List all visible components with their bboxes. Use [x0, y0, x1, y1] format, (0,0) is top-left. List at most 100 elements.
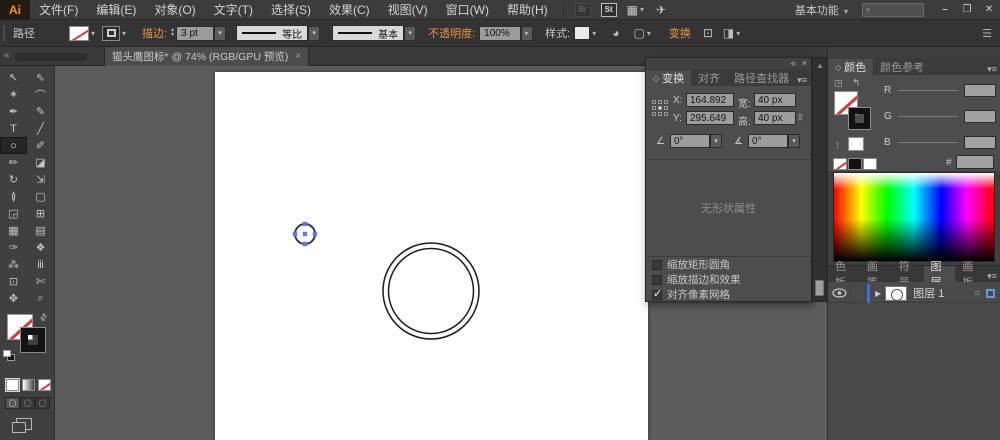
menu-help[interactable]: 帮助(H) — [498, 1, 557, 18]
bounding-box-icon[interactable]: ⊡ — [703, 26, 713, 40]
none-swatch[interactable] — [833, 158, 847, 170]
tool-shape-builder[interactable]: ◲ — [0, 205, 27, 222]
scroll-up-icon[interactable]: ▲ — [816, 61, 824, 70]
visibility-toggle[interactable] — [828, 283, 851, 303]
ref-dot[interactable] — [658, 112, 662, 116]
menu-effect[interactable]: 效果(C) — [320, 1, 379, 18]
tab-brushes[interactable]: 画笔 — [860, 261, 892, 289]
tab-align[interactable]: 对齐 — [691, 70, 727, 86]
ref-dot[interactable] — [658, 100, 662, 104]
tool-zoom[interactable]: ⌕ — [27, 290, 54, 307]
rotate-field[interactable]: 0° — [670, 134, 710, 148]
menu-view[interactable]: 视图(V) — [379, 1, 437, 18]
menu-edit[interactable]: 编辑(E) — [87, 1, 145, 18]
chevron-down-icon[interactable]: ▾ — [91, 29, 95, 38]
search-input[interactable] — [873, 4, 920, 15]
close-button[interactable]: ✕ — [978, 4, 1000, 15]
tool-artboard[interactable]: ⊡ — [0, 273, 27, 290]
tab-transform[interactable]: ◇ 变换 — [646, 70, 692, 86]
tool-eraser[interactable]: ◪ — [27, 154, 54, 171]
anchor-point[interactable] — [302, 221, 308, 227]
ring-shape[interactable] — [382, 242, 480, 340]
share-icon[interactable]: ✈ — [656, 3, 666, 17]
checkbox-scale-strokes[interactable]: ✓ 缩放描边和效果 — [646, 272, 811, 287]
ref-dot[interactable] — [664, 100, 668, 104]
draw-normal-button[interactable]: ◯ — [5, 397, 20, 409]
tool-selection[interactable]: ↖ — [0, 69, 27, 86]
tool-hand[interactable]: ✥ — [0, 290, 27, 307]
search-box[interactable]: ⌕ — [862, 2, 924, 17]
last-color-swatch[interactable] — [848, 137, 864, 151]
select-similar-icon[interactable]: ▢ — [634, 26, 645, 40]
color-spectrum[interactable] — [833, 172, 995, 262]
stroke-profile-chevron[interactable]: ▾ — [308, 25, 321, 41]
stroke-weight-field[interactable]: 3 pt — [176, 25, 215, 41]
screen-mode-button[interactable] — [12, 418, 32, 433]
tool-type[interactable]: T — [0, 120, 27, 137]
anchor-point[interactable] — [312, 231, 318, 237]
opacity-field[interactable]: 100% — [479, 25, 522, 41]
restore-button[interactable]: ❐ — [956, 4, 978, 15]
stock-icon[interactable]: St — [600, 2, 617, 17]
tool-curvature-pen[interactable]: ✎ — [27, 103, 54, 120]
tool-perspective-grid[interactable]: ⊞ — [27, 205, 54, 222]
panel-menu-icon[interactable]: ▾≡ — [797, 75, 807, 86]
gradient-button[interactable] — [22, 379, 35, 391]
tool-rotate[interactable]: ↻ — [0, 171, 27, 188]
stroke-weight-stepper[interactable]: ▴ ▾ — [171, 27, 174, 38]
g-slider[interactable] — [898, 115, 958, 117]
menu-file[interactable]: 文件(F) — [30, 1, 87, 18]
recolor-artwork-icon[interactable]: ◕ — [612, 26, 619, 40]
r-slider[interactable] — [898, 89, 958, 91]
tool-eyedropper[interactable]: ✑ — [0, 239, 27, 256]
collapse-panel-icon[interactable]: « — [791, 59, 796, 68]
lock-toggle[interactable] — [851, 283, 866, 303]
x-field[interactable]: 164.892 — [686, 93, 734, 107]
layer-row[interactable]: ▶ 图层 1 ○ — [828, 283, 1000, 303]
checkbox-icon[interactable]: ✓ — [652, 288, 662, 300]
stroke-weight-dropdown[interactable]: ▾ — [214, 25, 227, 41]
collapse-tools-icon[interactable]: « — [4, 50, 10, 61]
menu-type[interactable]: 文字(T) — [205, 1, 262, 18]
close-tab-icon[interactable]: × — [295, 51, 301, 62]
ref-dot[interactable] — [664, 106, 668, 110]
white-swatch[interactable] — [863, 158, 877, 170]
tool-pencil[interactable]: ✏ — [0, 154, 27, 171]
tool-mesh[interactable]: ▦ — [0, 222, 27, 239]
bridge-icon[interactable]: Br — [574, 2, 591, 17]
artboard[interactable] — [215, 72, 648, 440]
tool-free-transform[interactable]: ▢ — [27, 188, 54, 205]
panel-menu-icon[interactable]: ▾≡ — [987, 64, 997, 75]
style-chevron[interactable]: ▾ — [592, 29, 596, 38]
r-value-field[interactable] — [964, 83, 996, 97]
opacity-label[interactable]: 不透明度: — [428, 25, 475, 41]
extra-options-chevron[interactable]: ▾ — [736, 29, 740, 38]
stroke-swatch[interactable] — [848, 107, 871, 130]
b-value-field[interactable] — [964, 135, 996, 149]
brush-definition-chevron[interactable]: ▾ — [404, 25, 417, 41]
scrollbar-thumb[interactable] — [815, 280, 824, 296]
tool-ellipse[interactable]: ○ — [0, 137, 27, 154]
extra-options-icon[interactable]: ◨ — [723, 26, 734, 40]
style-swatch[interactable] — [574, 26, 591, 40]
minimize-button[interactable]: – — [934, 4, 956, 15]
ref-dot[interactable] — [652, 112, 656, 116]
width-field[interactable]: 40 px — [754, 93, 796, 107]
checkbox-icon[interactable]: ✓ — [652, 274, 662, 285]
tool-width[interactable]: ≬ — [0, 188, 27, 205]
swap-fill-stroke-icon[interactable]: ↰ — [852, 78, 860, 89]
anchor-point[interactable] — [302, 241, 308, 247]
tool-blend[interactable]: ❖ — [27, 239, 54, 256]
tab-pathfinder[interactable]: 路径查找器 — [727, 70, 796, 86]
ref-dot[interactable] — [652, 106, 656, 110]
tab-layers[interactable]: 图层 — [923, 261, 956, 289]
checkbox-icon[interactable]: ✓ — [652, 259, 662, 270]
layer-thumbnail[interactable] — [885, 285, 908, 301]
shear-dropdown[interactable]: ▾ — [788, 134, 800, 148]
menu-object[interactable]: 对象(O) — [145, 1, 204, 18]
chevron-down-icon[interactable]: ▾ — [122, 29, 126, 38]
ref-dot[interactable] — [652, 100, 656, 104]
tool-lasso[interactable]: ⌒ — [27, 86, 54, 103]
tab-color[interactable]: ◇ 颜色 — [828, 59, 874, 75]
fill-color-swatch[interactable] — [69, 25, 89, 41]
